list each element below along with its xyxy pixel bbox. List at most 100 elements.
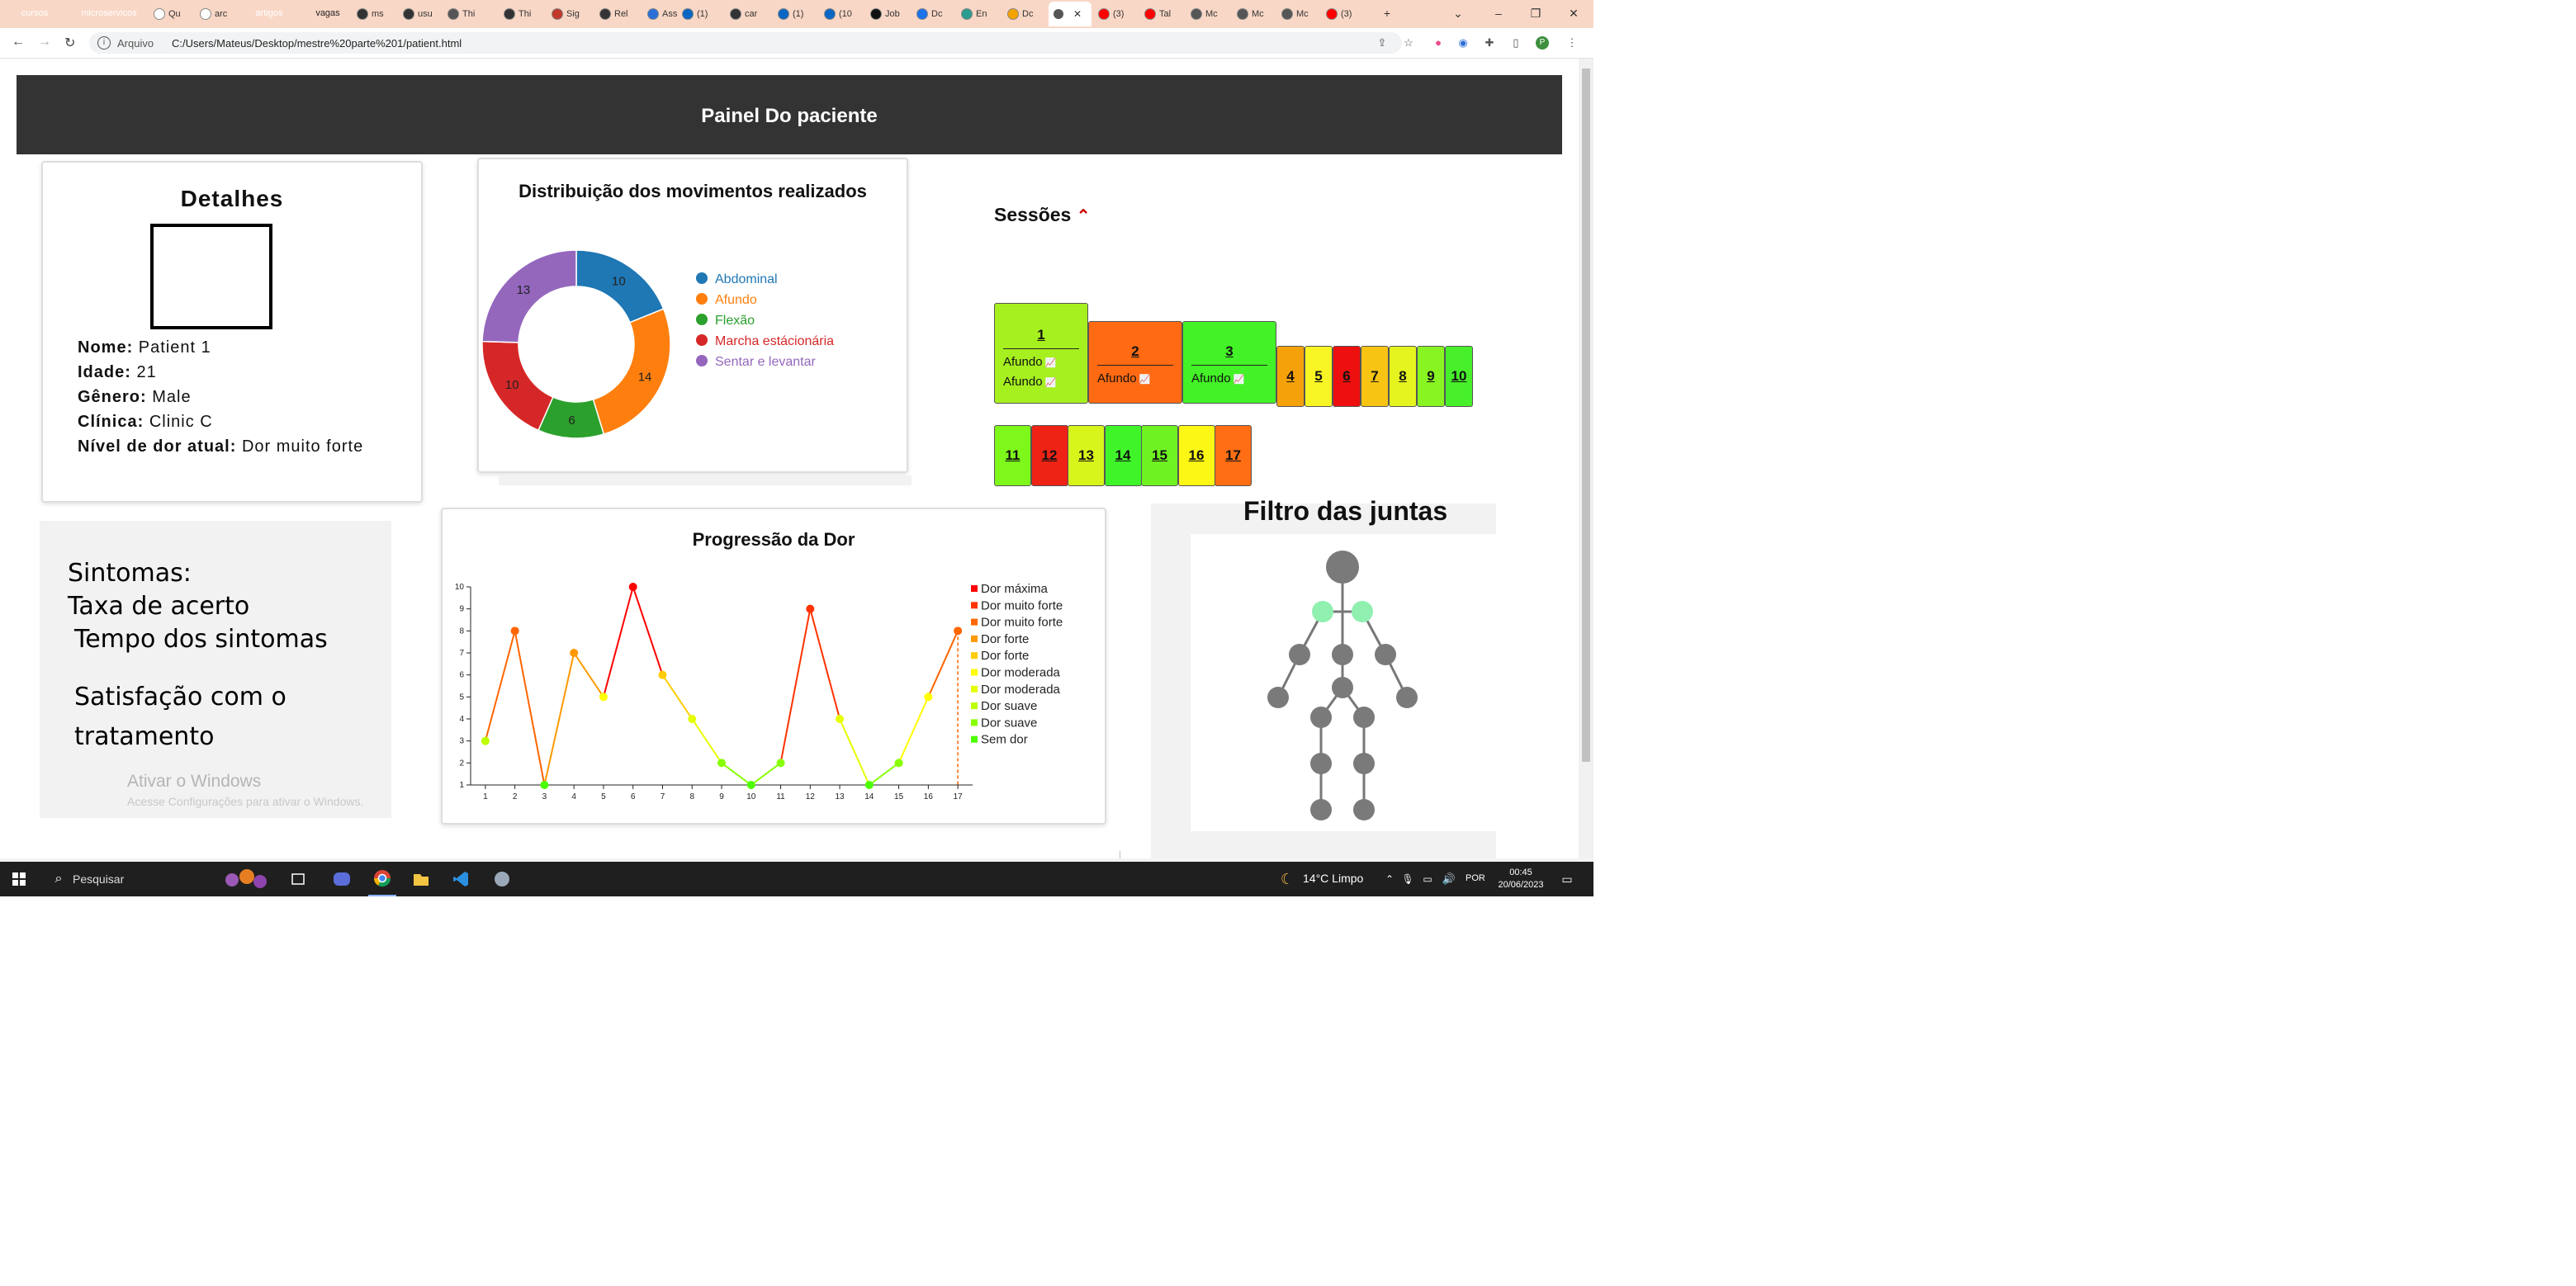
close-tab-icon[interactable]: ✕ (1073, 8, 1082, 20)
session-9-button[interactable]: 9 (1417, 346, 1445, 407)
search-highlight-icon[interactable] (218, 862, 276, 896)
extensions-puzzle-icon[interactable]: ✚ (1483, 36, 1496, 50)
chart-line-icon[interactable]: 📈 (1137, 375, 1151, 385)
vscode-icon[interactable] (447, 862, 474, 896)
browser-tab[interactable]: Qu (154, 3, 195, 25)
session-4-button[interactable]: 4 (1276, 346, 1305, 407)
joint-node[interactable] (1326, 551, 1359, 584)
volume-icon[interactable]: 🔊 (1442, 862, 1456, 896)
network-icon[interactable]: ▭ (1420, 862, 1435, 896)
extension-icon[interactable]: ● (1432, 36, 1445, 50)
session-movement[interactable]: Afundo 📈 (1003, 375, 1056, 389)
vertical-scrollbar[interactable] (1579, 59, 1593, 858)
session-12-button[interactable]: 12 (1030, 425, 1068, 486)
scrollbar-thumb[interactable] (1582, 69, 1590, 762)
browser-tab[interactable]: usu (403, 3, 444, 25)
address-url[interactable]: C:/Users/Mateus/Desktop/mestre%20parte%2… (172, 37, 462, 50)
browser-tab[interactable]: (10 (824, 3, 865, 25)
browser-tab[interactable]: Dc (1007, 3, 1049, 25)
tray-expand-icon[interactable]: ⌃ (1384, 862, 1395, 896)
new-tab-button[interactable]: + (1371, 3, 1404, 23)
browser-tab[interactable]: Mc (1191, 3, 1232, 25)
browser-tab[interactable]: En (961, 3, 1002, 25)
chrome-icon[interactable] (368, 862, 396, 896)
session-3-button[interactable]: 3 Afundo 📈 (1182, 321, 1276, 404)
session-10-button[interactable]: 10 (1445, 346, 1473, 407)
browser-tab[interactable]: arc (200, 3, 241, 25)
joint-node[interactable] (1312, 601, 1333, 622)
active-tab[interactable]: ✕ (1049, 2, 1091, 26)
tab-search-icon[interactable]: ⌄ (1442, 3, 1475, 23)
address-bar[interactable]: i Arquivo C:/Users/Mateus/Desktop/mestre… (89, 32, 1402, 54)
weather-text[interactable]: 14°C Limpo (1303, 872, 1363, 885)
browser-tab[interactable]: (3) (1326, 3, 1367, 25)
browser-tab[interactable]: (3) (1098, 3, 1139, 25)
session-17-button[interactable]: 17 (1215, 425, 1252, 486)
browser-tab[interactable]: Rel (599, 3, 641, 25)
start-icon[interactable] (8, 862, 30, 896)
session-movement[interactable]: Afundo 📈 (1003, 355, 1056, 369)
session-7-button[interactable]: 7 (1361, 346, 1389, 407)
session-2-button[interactable]: 2 Afundo 📈 (1088, 321, 1182, 404)
sessions-title[interactable]: Sessões ⌃ (994, 204, 1091, 226)
session-1-button[interactable]: 1 Afundo 📈 Afundo 📈 (994, 303, 1088, 404)
forward-icon[interactable]: → (38, 35, 51, 50)
joint-node[interactable] (1310, 707, 1332, 728)
file-explorer-icon[interactable] (408, 862, 434, 896)
joint-node[interactable] (1396, 687, 1418, 708)
joint-node[interactable] (1353, 799, 1375, 820)
extension-icon[interactable]: ◉ (1456, 36, 1470, 50)
session-16-button[interactable]: 16 (1177, 425, 1215, 486)
bookmark-group-artigos[interactable]: artigos (248, 5, 291, 21)
joint-node[interactable] (1332, 677, 1353, 698)
session-5-button[interactable]: 5 (1305, 346, 1333, 407)
profile-avatar[interactable]: P (1536, 36, 1549, 50)
bookmark-group-microservicos[interactable]: microservicos (73, 5, 145, 21)
browser-tab[interactable]: Job (870, 3, 912, 25)
minimize-icon[interactable]: – (1482, 3, 1515, 23)
joint-node[interactable] (1353, 707, 1375, 728)
notification-icon[interactable]: ▭ (1557, 862, 1577, 896)
browser-tab[interactable]: Mc (1237, 3, 1278, 25)
joint-node[interactable] (1352, 601, 1373, 622)
joint-node[interactable] (1289, 644, 1310, 665)
language-indicator[interactable]: POR (1466, 873, 1485, 883)
session-13-button[interactable]: 13 (1068, 425, 1105, 486)
browser-tab[interactable]: Mc (1281, 3, 1323, 25)
joint-node[interactable] (1310, 753, 1332, 774)
back-icon[interactable]: ← (12, 35, 25, 50)
joint-node[interactable] (1310, 799, 1332, 820)
browser-tab[interactable]: Sig (552, 3, 593, 25)
session-14-button[interactable]: 14 (1104, 425, 1142, 486)
bookmark-group-vagas[interactable]: vagas (309, 5, 347, 21)
search-icon[interactable]: ⌕ (46, 862, 71, 896)
session-movement[interactable]: Afundo 📈 (1097, 371, 1150, 385)
side-panel-icon[interactable]: ▯ (1509, 36, 1522, 50)
restore-icon[interactable]: ❐ (1519, 3, 1552, 23)
app-icon[interactable] (489, 862, 515, 896)
browser-tab[interactable]: (1) (682, 3, 723, 25)
joint-node[interactable] (1375, 644, 1396, 665)
session-15-button[interactable]: 15 (1141, 425, 1178, 486)
session-11-button[interactable]: 11 (994, 425, 1031, 486)
info-icon[interactable]: i (97, 36, 111, 50)
chart-line-icon[interactable]: 📈 (1043, 358, 1057, 368)
session-movement[interactable]: Afundo 📈 (1191, 371, 1244, 385)
browser-tab[interactable]: Tal (1144, 3, 1186, 25)
chevron-up-icon[interactable]: ⌃ (1077, 207, 1091, 225)
bookmark-group-cursos[interactable]: cursos (13, 5, 56, 21)
close-window-icon[interactable]: ✕ (1557, 3, 1590, 23)
share-icon[interactable]: ⇪ (1376, 36, 1389, 50)
clock[interactable]: 00:45 20/06/2023 (1491, 867, 1551, 891)
joint-node[interactable] (1267, 687, 1289, 708)
microphone-icon[interactable]: 🎙 (1401, 862, 1413, 896)
taskbar-search-label[interactable]: Pesquisar (73, 872, 124, 886)
bookmark-star-icon[interactable]: ☆ (1402, 36, 1415, 50)
chat-app-icon[interactable] (329, 862, 355, 896)
joint-node[interactable] (1332, 644, 1353, 665)
browser-tab[interactable]: Thi (504, 3, 545, 25)
chart-line-icon[interactable]: 📈 (1043, 378, 1057, 388)
menu-icon[interactable]: ⋮ (1565, 36, 1579, 50)
browser-tab[interactable]: (1) (778, 3, 819, 25)
session-8-button[interactable]: 8 (1389, 346, 1417, 407)
